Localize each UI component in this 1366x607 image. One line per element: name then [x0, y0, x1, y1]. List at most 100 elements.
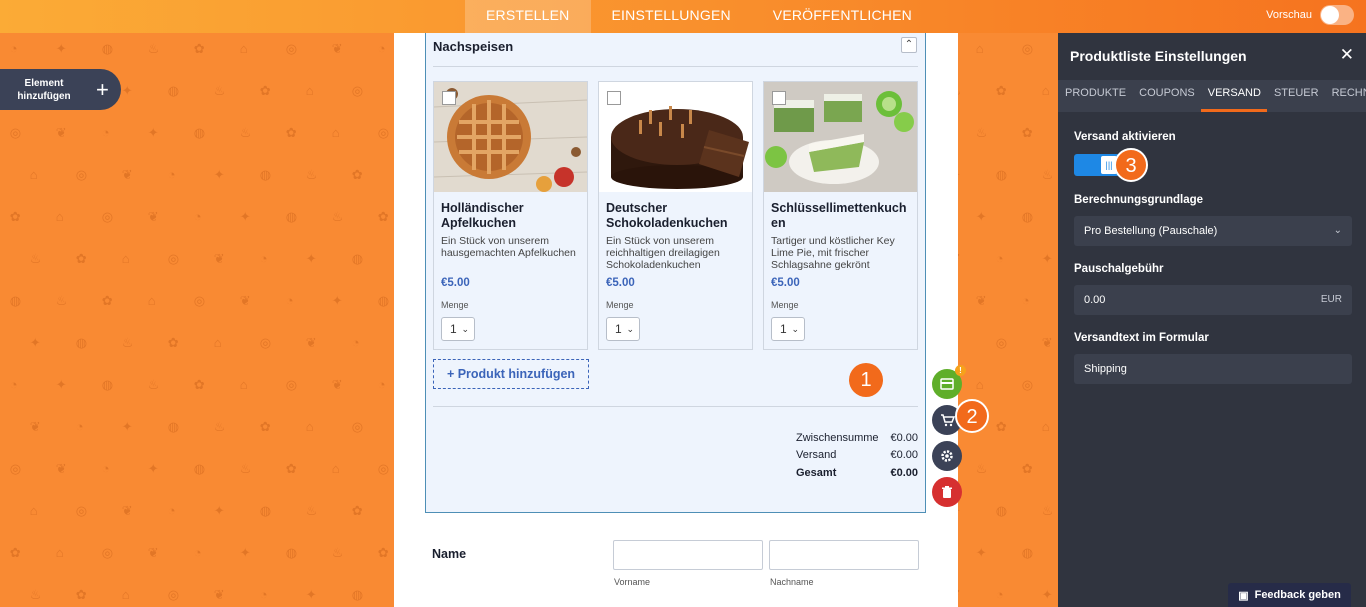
basis-label: Berechnungsgrundlage — [1074, 194, 1204, 206]
flat-fee-input[interactable]: 0.00 EUR — [1074, 285, 1352, 315]
pattern-food-icon: ✦ — [29, 335, 41, 350]
pattern-food-icon: ◍ — [351, 251, 364, 266]
pattern-food-icon: ◎ — [167, 587, 180, 602]
pattern-food-icon: ⌂ — [331, 125, 340, 140]
pattern-food-icon: ◎ — [377, 461, 390, 476]
pattern-food-icon: ◍ — [285, 209, 298, 224]
pattern-food-icon: ◎ — [1021, 41, 1034, 56]
pattern-food-icon: ✿ — [9, 209, 21, 224]
quantity-select[interactable]: 1 ⌄ — [771, 317, 805, 341]
chevron-down-icon: ⌄ — [791, 324, 799, 334]
pattern-food-icon: ♨ — [55, 293, 68, 308]
add-product-button[interactable]: + Produkt hinzufügen — [433, 359, 589, 389]
pattern-food-icon: ◎ — [9, 461, 22, 476]
tab-steuer[interactable]: STEUER — [1267, 80, 1325, 112]
tab-produkte[interactable]: PRODUKTE — [1058, 80, 1132, 112]
pattern-food-icon: ◍ — [995, 167, 1008, 182]
delete-tool[interactable] — [932, 477, 962, 507]
tab-erstellen[interactable]: ERSTELLEN — [465, 0, 591, 33]
pattern-food-icon: ❦ — [121, 503, 133, 518]
product-checkbox[interactable] — [607, 91, 621, 105]
pattern-food-icon: ✿ — [259, 83, 271, 98]
pattern-food-icon: ✦ — [239, 545, 251, 560]
pattern-food-icon: ◔ — [285, 293, 294, 308]
product-card[interactable]: Holländischer Apfelkuchen Ein Stück von … — [433, 81, 588, 350]
shipping-text-label: Versandtext im Formular — [1074, 332, 1209, 344]
pattern-food-icon: ◎ — [101, 545, 114, 560]
product-card[interactable]: Schlüssellimettenkuchen Tartiger und kös… — [763, 81, 918, 350]
product-list-widget[interactable]: Nachspeisen ⌃ Holländischer Apfelkuchen … — [425, 33, 926, 513]
settings-tool[interactable] — [932, 441, 962, 471]
quantity-label: Menge — [606, 300, 634, 310]
quantity-select[interactable]: 1 ⌄ — [441, 317, 475, 341]
pattern-food-icon: ◎ — [167, 251, 180, 266]
settings-panel: Produktliste Einstellungen ✕ PRODUKTE CO… — [1058, 33, 1366, 607]
pattern-food-icon: ♨ — [331, 545, 344, 560]
total-row: Gesamt €0.00 — [796, 467, 918, 479]
pattern-food-icon: ⌂ — [975, 41, 984, 56]
pattern-food-icon: ◔ — [259, 587, 268, 602]
flat-fee-label: Pauschalgebühr — [1074, 263, 1164, 275]
pattern-food-icon: ✦ — [213, 167, 225, 182]
pattern-food-icon: ✿ — [285, 125, 297, 140]
pattern-food-icon: ◎ — [285, 377, 298, 392]
pattern-food-icon: ◍ — [101, 41, 114, 56]
tab-rechnung[interactable]: RECHNUNG — [1325, 80, 1366, 112]
preview-toggle[interactable] — [1320, 5, 1354, 25]
pattern-food-icon: ⌂ — [29, 503, 38, 518]
tab-coupons[interactable]: COUPONS — [1132, 80, 1201, 112]
product-name: Holländischer Apfelkuchen — [441, 201, 524, 230]
pattern-food-icon: ⌂ — [305, 419, 314, 434]
pattern-food-icon: ♨ — [147, 41, 160, 56]
product-card[interactable]: Deutscher Schokoladenkuchen Ein Stück vo… — [598, 81, 753, 350]
product-name: Deutscher Schokoladenkuchen — [606, 201, 728, 230]
pattern-food-icon: ♨ — [29, 251, 42, 266]
pattern-food-icon: ✿ — [75, 587, 87, 602]
plus-icon: + — [96, 76, 109, 102]
add-element-button[interactable]: Element hinzufügen + — [0, 69, 121, 110]
pattern-food-icon: ◔ — [351, 335, 360, 350]
last-name-input[interactable] — [769, 540, 919, 570]
pattern-food-icon: ◍ — [167, 83, 180, 98]
pattern-food-icon: ✿ — [167, 335, 179, 350]
pattern-food-icon: ◍ — [75, 335, 88, 350]
pattern-food-icon: ❦ — [147, 209, 159, 224]
basis-select[interactable]: Pro Bestellung (Pauschale) ⌄ — [1074, 216, 1352, 246]
pattern-food-icon: ✿ — [193, 41, 205, 56]
widget-title: Nachspeisen — [433, 39, 514, 54]
pattern-food-icon: ❦ — [239, 293, 251, 308]
pattern-food-icon: ◍ — [285, 545, 298, 560]
product-checkbox[interactable] — [442, 91, 456, 105]
tab-versand[interactable]: VERSAND — [1200, 80, 1267, 112]
chevron-down-icon: ⌄ — [1333, 225, 1342, 236]
feedback-button[interactable]: ▣ Feedback geben — [1228, 583, 1351, 607]
product-image-key-lime-pie — [764, 82, 917, 192]
warning-dot: ! — [955, 365, 966, 376]
product-image-chocolate-cake — [599, 82, 752, 192]
pattern-food-icon: ♨ — [239, 461, 252, 476]
tab-veroeffentlichen[interactable]: VERÖFFENTLICHEN — [752, 0, 933, 33]
step-badge-1: 1 — [849, 363, 883, 397]
shipping-text-input[interactable]: Shipping — [1074, 354, 1352, 384]
tab-einstellungen[interactable]: EINSTELLUNGEN — [591, 0, 752, 33]
pattern-food-icon: ◍ — [193, 461, 206, 476]
pattern-food-icon: ◔ — [1021, 293, 1030, 308]
pattern-food-icon: ❦ — [305, 335, 317, 350]
pattern-food-icon: ◔ — [167, 503, 176, 518]
pattern-food-icon: ✦ — [213, 503, 225, 518]
collapse-button[interactable]: ⌃ — [901, 37, 917, 53]
pattern-food-icon: ✦ — [305, 251, 317, 266]
pattern-food-icon: ♨ — [147, 377, 160, 392]
pattern-food-icon: ♨ — [305, 167, 318, 182]
pattern-food-icon: ✦ — [239, 209, 251, 224]
first-name-input[interactable] — [613, 540, 763, 570]
pattern-food-icon: ✦ — [305, 587, 317, 602]
product-price: €5.00 — [441, 277, 470, 289]
first-name-sublabel: Vorname — [614, 577, 651, 587]
pattern-food-icon: ✿ — [101, 293, 113, 308]
step-badge-2: 2 — [955, 399, 989, 433]
quantity-select[interactable]: 1 ⌄ — [606, 317, 640, 341]
quantity-label: Menge — [771, 300, 799, 310]
product-checkbox[interactable] — [772, 91, 786, 105]
close-icon[interactable]: ✕ — [1340, 45, 1354, 65]
